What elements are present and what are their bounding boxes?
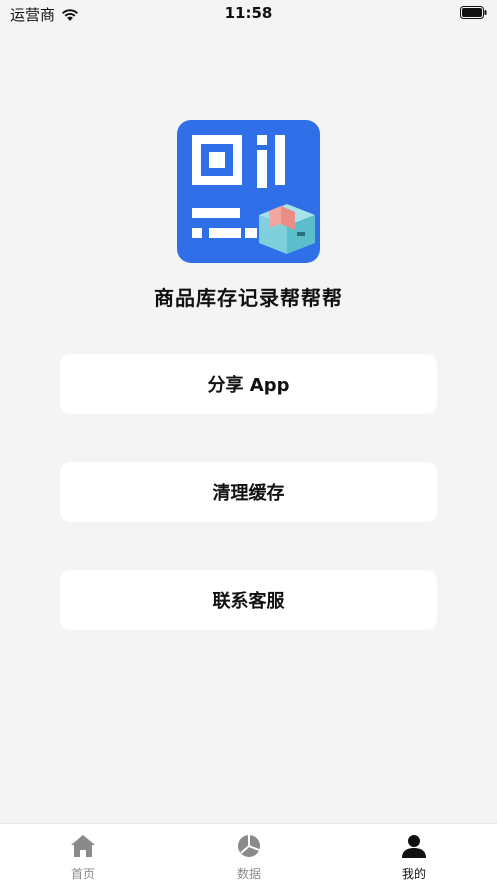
pie-chart-icon bbox=[238, 835, 260, 857]
tab-mine[interactable]: 我的 bbox=[354, 824, 474, 884]
contact-support-button[interactable]: 联系客服 bbox=[60, 570, 437, 630]
clear-cache-button[interactable]: 清理缓存 bbox=[60, 462, 437, 522]
tab-data-label: 数据 bbox=[236, 867, 261, 881]
share-app-label: 分享 App bbox=[207, 375, 290, 396]
tab-bar: 首页 数据 我的 bbox=[0, 823, 497, 884]
tab-mine-label: 我的 bbox=[401, 867, 426, 881]
status-time: 11:58 bbox=[224, 4, 273, 22]
tab-home[interactable]: 首页 bbox=[23, 824, 143, 884]
tab-home-label: 首页 bbox=[70, 867, 95, 881]
app-logo-icon bbox=[177, 120, 320, 263]
home-icon bbox=[71, 835, 95, 857]
status-bar: 运营商 11:58 bbox=[0, 0, 497, 28]
clear-cache-label: 清理缓存 bbox=[212, 483, 285, 504]
contact-support-label: 联系客服 bbox=[212, 591, 285, 612]
share-app-button[interactable]: 分享 App bbox=[60, 354, 437, 414]
person-icon bbox=[402, 835, 426, 858]
app-title: 商品库存记录帮帮帮 bbox=[154, 286, 343, 310]
tab-data[interactable]: 数据 bbox=[189, 824, 309, 884]
battery-icon bbox=[460, 6, 487, 19]
